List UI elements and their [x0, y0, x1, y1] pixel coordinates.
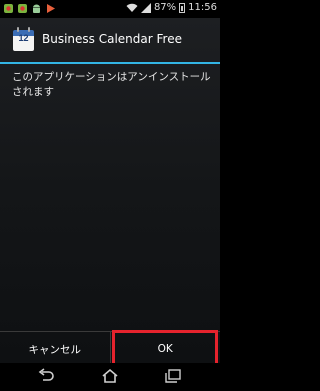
wifi-icon: [126, 3, 138, 12]
battery-percent: 87%: [153, 2, 177, 13]
clock: 11:56: [188, 2, 217, 13]
uninstall-dialog: 12 Business Calendar Free このアプリケーションはアンイ…: [0, 18, 220, 366]
dialog-message: このアプリケーションはアンインストールされます: [12, 71, 211, 98]
dialog-header: 12 Business Calendar Free: [0, 18, 220, 62]
cancel-button[interactable]: キャンセル: [0, 332, 110, 366]
app-icon-day: 12: [18, 33, 29, 43]
notification-icons: [3, 3, 56, 14]
android-icon: [33, 4, 40, 13]
status-bar: 87% 11:56: [0, 0, 220, 18]
calendar-app-icon: 12: [13, 27, 34, 51]
home-icon[interactable]: [101, 368, 119, 384]
notification-icon-2: [18, 4, 27, 13]
dialog-button-bar: キャンセル OK: [0, 331, 220, 366]
play-icon: [47, 4, 55, 13]
title-divider: [0, 62, 220, 64]
dialog-title: Business Calendar Free: [42, 32, 182, 46]
signal-icon: [140, 2, 151, 13]
notification-icon-1: [4, 4, 13, 13]
ok-button[interactable]: OK: [111, 332, 221, 366]
navigation-bar: [0, 363, 220, 391]
battery-icon: [179, 2, 186, 13]
recent-apps-icon[interactable]: [164, 368, 182, 384]
status-indicators: 87% 11:56: [126, 2, 217, 13]
back-icon[interactable]: [37, 368, 55, 384]
screen: 87% 11:56 12 Business Calendar Free このアプ…: [0, 0, 220, 391]
